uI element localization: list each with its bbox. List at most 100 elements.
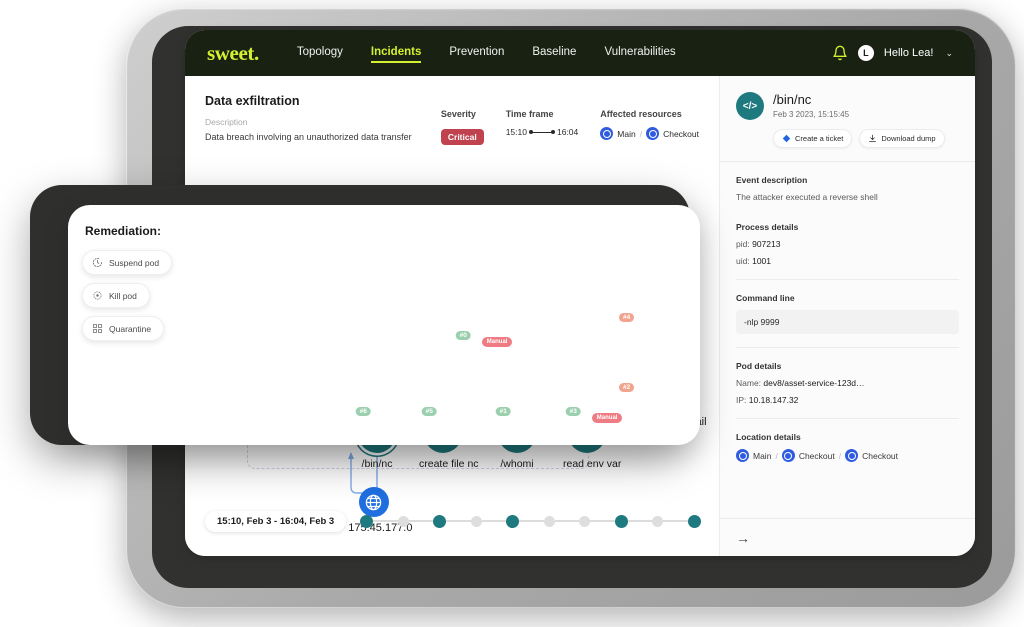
command-line-heading: Command line (736, 293, 795, 303)
cluster-icon (736, 449, 749, 462)
location-item-checkout-2[interactable]: Checkout (862, 451, 898, 461)
severity-label: Severity (440, 109, 476, 119)
affected-resource-main[interactable]: Main (617, 129, 635, 139)
location-separator: / (838, 450, 842, 461)
nav-right-group: L Hello Lea! ⌄ (832, 45, 953, 61)
node-badge: #3 (565, 407, 581, 416)
location-item-checkout-1[interactable]: Checkout (799, 451, 835, 461)
location-list: Main / Checkout / Checkout (736, 449, 959, 462)
nav-item-incidents[interactable]: Incidents (370, 46, 422, 63)
cluster-icon (646, 127, 660, 140)
manual-badge: Manual (481, 337, 513, 347)
timeline-track[interactable] (360, 514, 702, 528)
detail-title: /bin/nc (773, 92, 812, 107)
pod-ip-value: 10.18.147.32 (748, 395, 799, 405)
cluster-icon (845, 449, 859, 462)
timeline-dot[interactable] (360, 514, 374, 528)
affected-resources-block: Affected resources Main / Checkout (600, 108, 699, 140)
create-ticket-button[interactable]: Create a ticket (773, 129, 853, 148)
brand-logo[interactable]: sweet. (207, 41, 259, 66)
affected-resources-list: Main / Checkout (600, 127, 699, 140)
timeframe-connector-icon (528, 130, 555, 134)
timeline-dot[interactable] (652, 515, 664, 527)
chevron-down-icon[interactable]: ⌄ (945, 48, 953, 59)
affected-resource-checkout[interactable]: Checkout (663, 129, 699, 139)
pod-name-value: dev8/asset-service-123d… (763, 378, 865, 388)
quarantine-button[interactable]: Quarantine (82, 316, 165, 341)
timeline-dot[interactable] (506, 514, 520, 528)
timeline-segment (627, 520, 653, 522)
download-icon (868, 134, 877, 143)
greeting-label: Hello Lea! (883, 47, 934, 59)
node-badge: #4 (619, 313, 635, 322)
timeline-segment (481, 520, 507, 522)
pod-ip-key: IP: (736, 395, 747, 405)
pod-ip-row: IP: 10.18.147.32 (736, 395, 959, 405)
avatar[interactable]: L (857, 45, 874, 61)
timeline-dot[interactable] (579, 515, 591, 527)
incident-text-block: Data exfiltration Description Data breac… (205, 94, 441, 144)
node-label: /whomi (500, 458, 534, 470)
next-arrow-icon[interactable]: → (736, 530, 750, 546)
timeline-segment (446, 520, 471, 522)
page-title: Data exfiltration (205, 94, 300, 108)
code-icon: </> (736, 92, 764, 120)
event-description-heading: Event description (736, 175, 808, 185)
timeline-segment (408, 520, 434, 522)
kill-pod-label: Kill pod (109, 290, 137, 301)
nav-item-vulnerabilities[interactable]: Vulnerabilities (604, 46, 675, 61)
timeline-dot[interactable] (614, 514, 628, 528)
process-details-heading: Process details (736, 222, 799, 232)
timeframe-value: 15:10 16:04 (506, 127, 579, 137)
command-line-section: Command line -nlp 9999 (736, 280, 959, 334)
pod-details-section: Pod details Name: dev8/asset-service-123… (736, 348, 959, 405)
timeline-range-label: 15:10, Feb 3 - 16:04, Feb 3 (205, 510, 347, 532)
pid-value: 907213 (752, 239, 781, 249)
timeframe-label: Time frame (505, 109, 554, 119)
timeline-dot[interactable] (470, 515, 482, 527)
bell-icon[interactable] (832, 45, 848, 61)
description-label: Description (205, 117, 248, 127)
cluster-icon (781, 449, 795, 462)
location-item-main[interactable]: Main (753, 451, 771, 461)
timeframe-end: 16:04 (556, 127, 579, 137)
detail-actions: Create a ticket Download dump (773, 129, 959, 148)
create-ticket-label: Create a ticket (795, 134, 844, 143)
kill-pod-button[interactable]: Kill pod (82, 283, 150, 308)
manual-badge: Manual (591, 413, 623, 423)
event-description-text: The attacker executed a reverse shell (736, 192, 878, 202)
process-pid-row: pid: 907213 (736, 239, 959, 249)
timeline: 15:10, Feb 3 - 16:04, Feb 3 (185, 500, 719, 542)
event-description-section: Event description The attacker executed … (736, 162, 959, 202)
timeline-segment (590, 520, 615, 522)
timeline-dot[interactable] (543, 515, 555, 527)
kill-icon (92, 290, 103, 301)
suspend-pod-button[interactable]: Suspend pod (82, 250, 173, 275)
jira-icon (782, 134, 791, 143)
uid-key: uid: (736, 256, 750, 266)
location-separator: / (775, 450, 778, 461)
timeframe-block: Time frame 15:10 16:04 (506, 108, 579, 137)
timeframe-start: 15:10 (505, 127, 527, 137)
location-details-heading: Location details (736, 432, 801, 442)
pod-details-heading: Pod details (736, 361, 782, 371)
detail-timestamp: Feb 3 2023, 15:15:45 (773, 110, 850, 119)
remediation-title: Remediation: (85, 224, 162, 238)
timeline-dot[interactable] (433, 514, 447, 528)
nav-item-prevention[interactable]: Prevention (449, 46, 504, 61)
download-dump-button[interactable]: Download dump (859, 129, 945, 148)
location-details-section: Location details Main / Checkout / Check… (736, 419, 959, 462)
process-details-section: Process details pid: 907213 uid: 1001 (736, 209, 959, 266)
process-uid-row: uid: 1001 (736, 256, 959, 266)
pod-name-row: Name: dev8/asset-service-123d… (736, 378, 959, 388)
remediation-card: Remediation: Suspend pod Kill pod Quaran… (68, 205, 700, 445)
nav-item-baseline[interactable]: Baseline (532, 46, 576, 61)
affected-separator: / (639, 128, 643, 139)
detail-body: Event description The attacker executed … (720, 162, 975, 462)
timeline-segment (373, 520, 398, 522)
affected-resources-label: Affected resources (600, 109, 682, 119)
nav-item-topology[interactable]: Topology (297, 46, 343, 61)
timeline-dot[interactable] (688, 514, 702, 528)
node-label: /bin/nc (361, 458, 393, 470)
timeline-dot[interactable] (397, 515, 409, 527)
